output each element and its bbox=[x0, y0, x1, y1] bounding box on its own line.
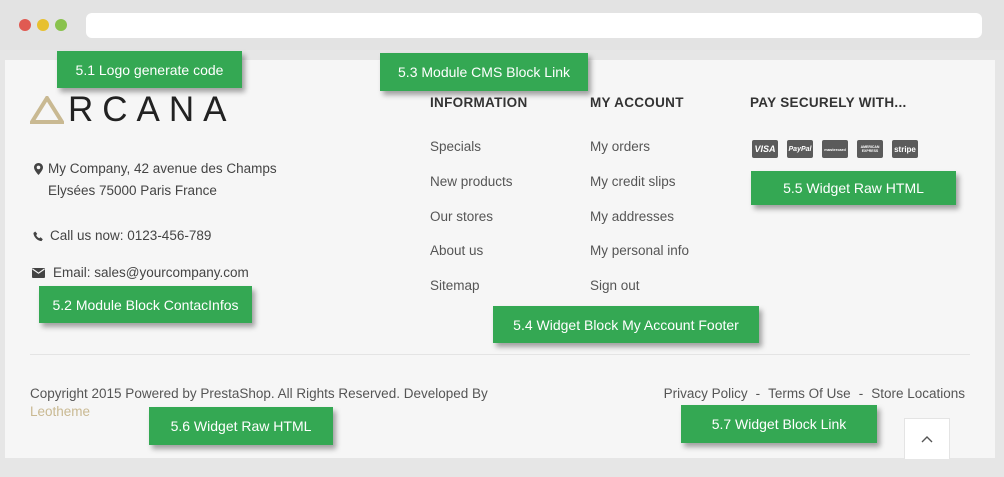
annotation-raw-html-pay: 5.5 Widget Raw HTML bbox=[751, 171, 956, 205]
link-new-products[interactable]: New products bbox=[430, 173, 513, 208]
logo-triangle-icon bbox=[30, 96, 64, 124]
browser-chrome bbox=[0, 0, 1004, 50]
footer-divider bbox=[30, 354, 970, 355]
pay-title: PAY SECURELY WITH... bbox=[750, 95, 907, 110]
contact-email: Email: sales@yourcompany.com bbox=[30, 262, 249, 284]
annotation-raw-html-copyright: 5.6 Widget Raw HTML bbox=[149, 407, 333, 445]
my-account-title: MY ACCOUNT bbox=[590, 95, 684, 110]
my-account-links: My orders My credit slips My addresses M… bbox=[590, 138, 689, 312]
envelope-icon bbox=[30, 262, 46, 284]
back-to-top-button[interactable] bbox=[904, 418, 950, 459]
annotation-account: 5.4 Widget Block My Account Footer bbox=[493, 306, 759, 343]
link-my-personal-info[interactable]: My personal info bbox=[590, 242, 689, 277]
payment-cards: VISA PayPal mastercard AMERICAN EXPRESS … bbox=[752, 140, 918, 158]
mastercard-card-icon: mastercard bbox=[822, 140, 848, 158]
link-my-orders[interactable]: My orders bbox=[590, 138, 689, 173]
link-terms-of-use[interactable]: Terms Of Use bbox=[768, 386, 851, 401]
site-logo[interactable]: RCANA bbox=[30, 90, 236, 130]
visa-card-icon: VISA bbox=[752, 140, 778, 158]
close-window-button[interactable] bbox=[19, 19, 31, 31]
address-line-1: My Company, 42 avenue des Champs bbox=[48, 161, 277, 176]
stripe-card-icon: stripe bbox=[892, 140, 918, 158]
information-links: Specials New products Our stores About u… bbox=[430, 138, 513, 312]
contact-address: My Company, 42 avenue des Champs Elysées… bbox=[30, 158, 277, 202]
annotation-cms: 5.3 Module CMS Block Link bbox=[380, 53, 588, 91]
information-title: INFORMATION bbox=[430, 95, 528, 110]
minimize-window-button[interactable] bbox=[37, 19, 49, 31]
link-our-stores[interactable]: Our stores bbox=[430, 208, 513, 243]
link-separator: - bbox=[858, 386, 864, 401]
paypal-card-icon: PayPal bbox=[787, 140, 813, 158]
contact-phone: Call us now: 0123-456-789 bbox=[30, 225, 211, 247]
address-bar[interactable] bbox=[86, 13, 982, 38]
annotation-logo: 5.1 Logo generate code bbox=[57, 51, 242, 88]
address-line-2: Elysées 75000 Paris France bbox=[48, 183, 217, 198]
map-marker-icon bbox=[30, 158, 46, 180]
link-store-locations[interactable]: Store Locations bbox=[871, 386, 965, 401]
amex-card-icon: AMERICAN EXPRESS bbox=[857, 140, 883, 158]
link-separator: - bbox=[755, 386, 761, 401]
bottom-links: Privacy Policy - Terms Of Use - Store Locati… bbox=[664, 385, 965, 403]
footer-page: RCANA My Company, 42 avenue des Champs E… bbox=[5, 60, 995, 459]
annotation-contact: 5.2 Module Block ContacInfos bbox=[39, 286, 252, 323]
link-about-us[interactable]: About us bbox=[430, 242, 513, 277]
email-link[interactable]: Email: sales@yourcompany.com bbox=[30, 262, 249, 284]
maximize-window-button[interactable] bbox=[55, 19, 67, 31]
copyright-text: Copyright 2015 Powered by PrestaShop. Al… bbox=[30, 386, 488, 401]
link-my-credit-slips[interactable]: My credit slips bbox=[590, 173, 689, 208]
annotation-block-link: 5.7 Widget Block Link bbox=[681, 405, 877, 443]
phone-icon bbox=[30, 225, 46, 247]
link-specials[interactable]: Specials bbox=[430, 138, 513, 173]
chevron-up-icon bbox=[921, 436, 933, 443]
phone-text: Call us now: 0123-456-789 bbox=[50, 228, 212, 243]
logo-text: RCANA bbox=[68, 90, 236, 129]
link-privacy-policy[interactable]: Privacy Policy bbox=[664, 386, 748, 401]
link-my-addresses[interactable]: My addresses bbox=[590, 208, 689, 243]
